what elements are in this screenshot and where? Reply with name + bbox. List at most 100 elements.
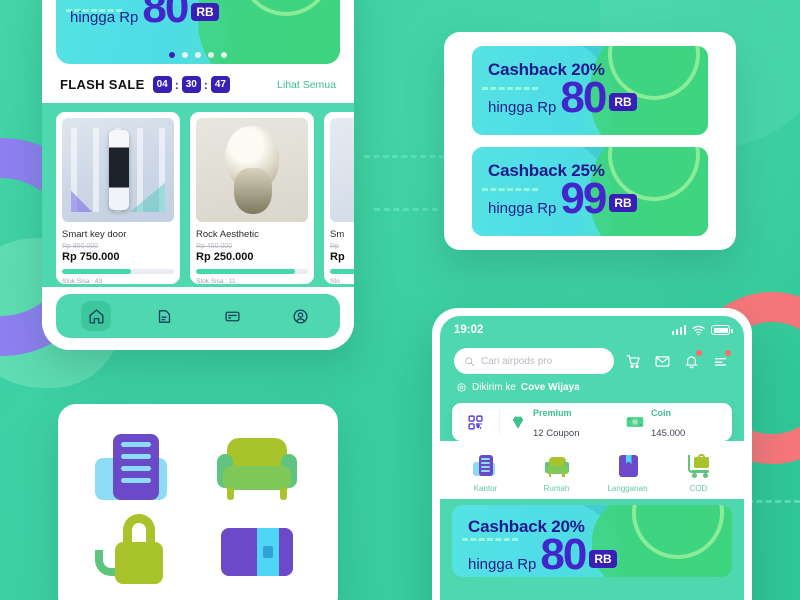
category-label: Langganan <box>607 484 648 493</box>
premium-value: 12 Coupon <box>533 428 580 439</box>
banner-subtitle: hingga Rp <box>488 99 557 117</box>
nav-payment-button[interactable] <box>217 301 247 331</box>
coin-summary[interactable]: Coin 145.000 <box>616 402 732 442</box>
product-old-price: Rp 450.000 <box>196 243 233 250</box>
search-placeholder: Cari airpods pro <box>481 355 553 367</box>
carousel-dot[interactable] <box>208 52 214 58</box>
product-old-price: Rp <box>330 243 339 250</box>
qr-scan-button[interactable] <box>452 410 500 434</box>
product-old-price: Rp 950.000 <box>62 243 99 250</box>
signal-bars-icon <box>671 325 686 335</box>
see-all-link[interactable]: Lihat Semua <box>277 79 336 91</box>
bottom-nav-wrapper <box>42 287 354 350</box>
category-label: Rumah <box>543 484 570 493</box>
delivery-location[interactable]: Dikirim ke Cove Wijaya <box>440 374 744 403</box>
phone-mockup-home: Cashback 20% hingga Rp 80 RB FLASH SALE … <box>42 0 354 350</box>
carousel-dot[interactable] <box>221 52 227 58</box>
coin-title: Coin <box>651 408 671 418</box>
status-time: 19:02 <box>454 324 484 336</box>
category-row: Kantor Rumah Langganan COD <box>440 441 744 499</box>
banner-amount: 99 <box>560 174 607 223</box>
carousel-dots[interactable] <box>56 52 340 58</box>
location-value: Cove Wijaya <box>520 382 580 393</box>
product-price: Rp <box>330 251 345 263</box>
bottom-navigation-bar <box>56 294 340 338</box>
diamond-icon <box>512 416 524 429</box>
banner-subtitle: hingga Rp <box>468 556 537 574</box>
menu-icon[interactable] <box>710 350 731 371</box>
wallet-icon <box>211 510 303 594</box>
product-name: Sm <box>330 229 345 240</box>
cashback-banner[interactable]: Cashback 25% hingga Rp 99 RB <box>472 147 708 236</box>
cashback-banner-card: Cashback 20% hingga Rp 80 RB Cashback 25… <box>444 32 736 250</box>
office-building-icon <box>472 453 499 479</box>
product-carousel[interactable]: Smart key door Rp 950.000 Rp 750.000 Sto… <box>42 103 354 287</box>
luggage-cart-icon <box>686 453 712 479</box>
category-rumah[interactable]: Rumah <box>521 453 592 493</box>
nav-profile-button[interactable] <box>285 301 315 331</box>
product-stock-label: Stok Sisa : 11 <box>196 278 236 285</box>
search-row: Cari airpods pro <box>440 338 744 374</box>
product-image <box>62 118 174 222</box>
carousel-dot[interactable] <box>169 52 175 58</box>
dashed-line-decoration <box>374 208 438 211</box>
carousel-dot[interactable] <box>182 52 188 58</box>
qr-scan-icon <box>468 414 483 430</box>
product-stock-label: Sto <box>330 278 340 285</box>
search-icon <box>465 356 475 366</box>
premium-title: Premium <box>533 408 572 418</box>
cart-icon[interactable] <box>623 351 643 371</box>
product-card[interactable]: Sm Rp Rp Sto <box>324 112 354 285</box>
office-building-icon <box>93 426 185 510</box>
home-icon <box>88 308 104 324</box>
flash-sale-label: FLASH SALE <box>60 77 145 92</box>
category-kantor[interactable]: Kantor <box>450 453 521 493</box>
banner-unit: RB <box>191 3 219 22</box>
hero-cashback-banner[interactable]: Cashback 20% hingga Rp 80 RB <box>56 0 340 64</box>
document-icon <box>158 309 170 323</box>
profile-icon <box>292 308 308 324</box>
product-stock-label: Stok Sisa : 43 <box>62 278 103 285</box>
stock-bar <box>330 269 354 274</box>
nav-orders-button[interactable] <box>149 301 179 331</box>
sofa-icon <box>211 426 303 510</box>
wifi-icon <box>692 325 705 335</box>
icon-showcase-card <box>58 404 338 600</box>
timer-seconds: 47 <box>210 76 230 93</box>
product-card[interactable]: Smart key door Rp 950.000 Rp 750.000 Sto… <box>56 112 180 285</box>
product-name: Rock Aesthetic <box>196 229 259 240</box>
banner-unit: RB <box>609 93 637 112</box>
credit-card-icon <box>224 311 240 321</box>
banner-amount: 80 <box>142 0 189 32</box>
wallet-summary-bar: Premium 12 Coupon Coin 145.000 <box>452 403 732 441</box>
nav-home-button[interactable] <box>81 301 111 331</box>
bookmark-box-icon <box>615 453 641 479</box>
carousel-dot[interactable] <box>195 52 201 58</box>
banner-amount: 80 <box>540 530 587 577</box>
stock-bar <box>62 269 174 274</box>
flash-sale-bar: FLASH SALE 04 : 30 : 47 Lihat Semua <box>42 64 354 103</box>
money-icon <box>626 417 644 427</box>
cashback-banner[interactable]: Cashback 20% hingga Rp 80 RB <box>472 46 708 135</box>
banner-unit: RB <box>609 194 637 213</box>
category-langganan[interactable]: Langganan <box>592 453 663 493</box>
notification-badge <box>725 350 731 356</box>
product-price: Rp 250.000 <box>196 251 254 263</box>
product-card[interactable]: Rock Aesthetic Rp 450.000 Rp 250.000 Sto… <box>190 112 314 285</box>
timer-separator: : <box>203 77 208 92</box>
stock-bar <box>196 269 308 274</box>
premium-summary[interactable]: Premium 12 Coupon <box>500 402 616 442</box>
category-cod[interactable]: COD <box>663 453 734 493</box>
bell-icon[interactable] <box>681 350 702 371</box>
search-input[interactable]: Cari airpods pro <box>454 348 614 374</box>
location-prefix: Dikirim ke <box>472 382 516 393</box>
category-label: Kantor <box>473 484 498 493</box>
promo-cashback-banner[interactable]: Cashback 20% hingga Rp 80 RB <box>452 505 732 577</box>
phone-mockup-store: 19:02 Cari airpods pro Dikirim ke Cove W… <box>432 308 752 600</box>
notification-badge <box>696 350 702 356</box>
product-name: Smart key door <box>62 229 127 240</box>
mail-icon[interactable] <box>652 351 672 371</box>
banner-subtitle: hingga Rp <box>70 9 139 27</box>
banner-subtitle: hingga Rp <box>488 200 557 218</box>
sofa-icon <box>544 453 570 479</box>
